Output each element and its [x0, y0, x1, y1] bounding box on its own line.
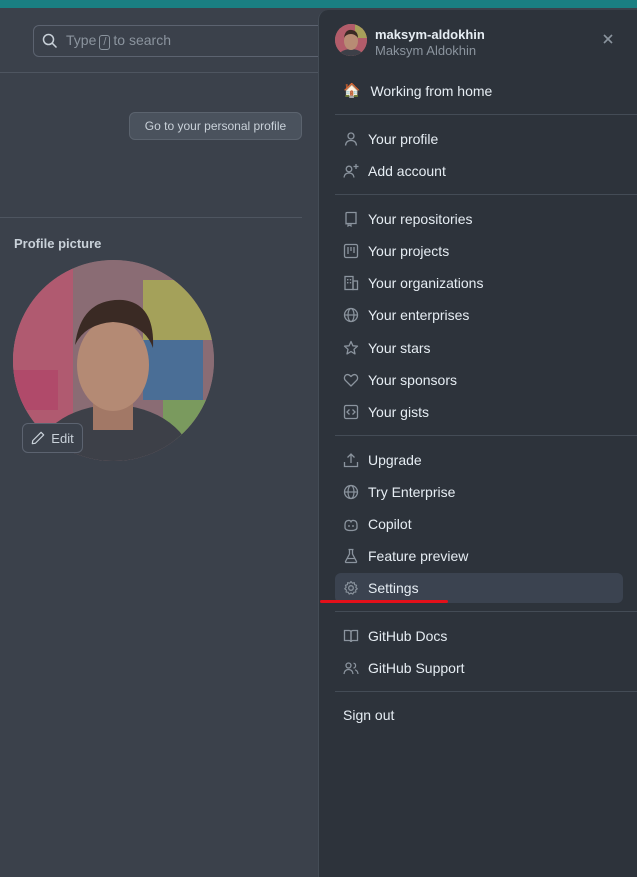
- organization-icon: [344, 275, 359, 291]
- menu-item-upgrade[interactable]: Upgrade: [335, 445, 623, 475]
- menu-divider: [335, 194, 637, 195]
- edit-picture-button[interactable]: Edit: [22, 423, 83, 453]
- username: maksym-aldokhin: [375, 27, 485, 42]
- menu-item-try-enterprise[interactable]: Try Enterprise: [335, 477, 623, 507]
- menu-item-your-stars[interactable]: Your stars: [335, 333, 623, 363]
- status-text: Working from home: [370, 82, 493, 99]
- house-icon: 🏠: [343, 82, 361, 98]
- slash-key-hint: /: [99, 35, 111, 50]
- pencil-icon: [31, 431, 45, 445]
- header-divider: [0, 72, 318, 73]
- star-icon: [343, 340, 359, 355]
- copilot-icon: [344, 519, 358, 532]
- user-header: maksym-aldokhin Maksym Aldokhin: [335, 24, 485, 59]
- menu-item-feature-preview[interactable]: Feature preview: [335, 541, 623, 571]
- menu-item-copilot[interactable]: Copilot: [335, 509, 623, 539]
- sign-out-button[interactable]: Sign out: [343, 707, 394, 723]
- people-icon: [343, 662, 359, 675]
- menu-divider: [335, 611, 637, 612]
- profile-picture-label: Profile picture: [14, 236, 102, 251]
- person-icon: [344, 132, 358, 146]
- upload-icon: [343, 453, 359, 468]
- menu-item-your-profile[interactable]: Your profile: [335, 124, 623, 154]
- code-square-icon: [343, 404, 359, 420]
- menu-item-your-sponsors[interactable]: Your sponsors: [335, 365, 623, 395]
- top-accent-bar: [0, 0, 637, 8]
- search-icon: [42, 33, 58, 49]
- book-icon: [343, 629, 359, 643]
- menu-item-github-docs[interactable]: GitHub Docs: [335, 621, 623, 651]
- person-add-icon: [343, 164, 359, 178]
- beaker-icon: [344, 548, 358, 564]
- menu-divider: [335, 691, 637, 692]
- avatar[interactable]: [335, 24, 367, 56]
- globe-icon: [343, 484, 359, 500]
- go-to-personal-profile-button[interactable]: Go to your personal profile: [129, 112, 302, 140]
- globe-icon: [343, 307, 359, 323]
- close-icon[interactable]: [600, 31, 616, 47]
- set-status-item[interactable]: 🏠 Working from home: [343, 82, 492, 99]
- menu-item-your-enterprises[interactable]: Your enterprises: [335, 300, 623, 330]
- repo-icon: [345, 211, 357, 227]
- menu-divider: [335, 114, 637, 115]
- heart-icon: [343, 373, 359, 387]
- menu-item-your-gists[interactable]: Your gists: [335, 397, 623, 427]
- user-menu-panel: maksym-aldokhin Maksym Aldokhin 🏠 Workin…: [318, 10, 637, 877]
- menu-divider: [335, 435, 637, 436]
- menu-item-your-repositories[interactable]: Your repositories: [335, 204, 623, 234]
- search-placeholder: Type / to search: [66, 32, 172, 50]
- menu-item-github-support[interactable]: GitHub Support: [335, 653, 623, 683]
- menu-item-add-account[interactable]: Add account: [335, 156, 623, 186]
- menu-item-your-projects[interactable]: Your projects: [335, 236, 623, 266]
- section-divider: [0, 217, 302, 218]
- user-names: maksym-aldokhin Maksym Aldokhin: [375, 24, 485, 59]
- project-icon: [343, 243, 359, 259]
- menu-item-settings[interactable]: Settings: [335, 573, 623, 603]
- annotation-underline: [320, 600, 448, 603]
- search-input[interactable]: Type / to search: [33, 25, 333, 57]
- full-name: Maksym Aldokhin: [375, 43, 477, 58]
- menu-item-your-organizations[interactable]: Your organizations: [335, 268, 623, 298]
- gear-icon: [344, 580, 358, 595]
